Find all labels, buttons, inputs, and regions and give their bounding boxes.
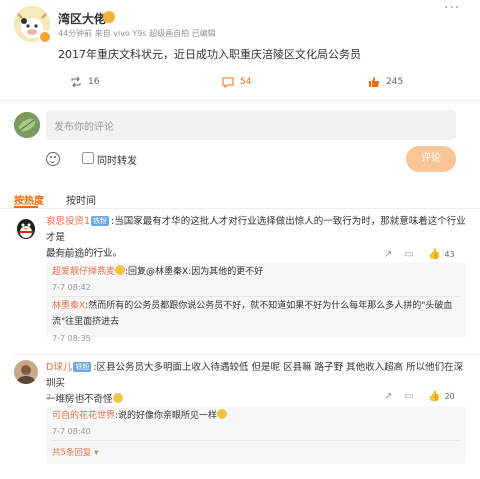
user-photo-icon bbox=[14, 360, 38, 384]
fan-badge: 铁粉 bbox=[91, 216, 110, 226]
reply-item: 林墨秦X:然而所有的公务员都跟你说公务员不好，就不知道如果不好为什么每年那么多人… bbox=[52, 298, 464, 330]
divider bbox=[52, 296, 460, 297]
reply-item: 超爱靓仔掸燕麦 :回复@林墨秦X:因为其他的更不好 bbox=[52, 264, 263, 280]
share-icon[interactable]: ↗ bbox=[384, 391, 392, 402]
author-name[interactable]: 湾区大佬 bbox=[58, 10, 106, 27]
emoji-icon bbox=[115, 265, 126, 275]
fan-badge: 铁粉 bbox=[73, 362, 92, 372]
comment-time: 7-7 08:22 bbox=[46, 251, 85, 260]
my-avatar bbox=[14, 112, 40, 138]
comment-text: :区县公务员大多明面上收入待遇较低 但是呢 区县嘛 路子野 其他收入超高 所以他… bbox=[46, 362, 464, 389]
comment-username[interactable]: 哀思投资1 bbox=[46, 216, 90, 227]
comment-button[interactable]: 54 bbox=[222, 76, 251, 88]
reply-text: :说的好像你亲眼所见一样 bbox=[115, 411, 218, 421]
divider bbox=[0, 100, 480, 101]
reply-time: 7-7 08:42 bbox=[52, 283, 91, 292]
post-text: 2017年重庆文科状元，近日成功入职重庆涪陵区文化局公务员 bbox=[58, 48, 361, 61]
reply-item: 可自的花花世界:说的好像你亲眼所见一样 bbox=[52, 408, 228, 424]
comment-avatar[interactable] bbox=[14, 360, 38, 384]
comment-count: 54 bbox=[240, 77, 252, 87]
reply-username[interactable]: 可自的花花世界 bbox=[52, 411, 115, 421]
reply-text: :回复@林墨秦X:因为其他的更不好 bbox=[125, 267, 264, 277]
share-icon[interactable]: ↗ bbox=[384, 249, 392, 260]
thumbs-up-icon bbox=[369, 77, 380, 87]
comment-icon bbox=[222, 77, 234, 88]
emoji-icon bbox=[112, 393, 123, 403]
thumbs-up-icon: 👍 bbox=[428, 249, 441, 260]
comment-like-button[interactable]: 👍 43 bbox=[428, 249, 455, 260]
comment-like-count: 43 bbox=[444, 250, 455, 259]
comment-username[interactable]: D球儿 bbox=[46, 362, 72, 373]
penguin-avatar-icon bbox=[14, 216, 38, 240]
repost-icon bbox=[71, 76, 81, 88]
divider bbox=[14, 354, 480, 355]
repost-button[interactable]: 16 bbox=[70, 76, 99, 88]
reply-text-continued: 流"往里面挤进去 bbox=[52, 317, 120, 327]
reply-icon[interactable]: ▭ bbox=[404, 249, 413, 260]
tab-sort-hot[interactable]: 按热度 bbox=[14, 192, 44, 207]
reply-username[interactable]: 超爱靓仔掸燕麦 bbox=[52, 267, 115, 277]
reply-icon[interactable]: ▭ bbox=[404, 391, 413, 402]
repost-checkbox[interactable] bbox=[82, 152, 94, 164]
like-count: 245 bbox=[386, 77, 404, 87]
comment-body: D球儿 铁粉:区县公务员大多明面上收入待遇较低 但是呢 区县嘛 路子野 其他收入超… bbox=[46, 360, 466, 408]
reply-text: :然而所有的公务员都跟你说公务员不好，就不知道如果不好为什么每年那么多人拼的"头… bbox=[85, 301, 453, 311]
like-button[interactable]: 245 bbox=[368, 76, 403, 88]
comment-body: 哀思投资1 铁粉:当国家最有才华的这批人才对行业选择做出惊人的一致行为时，那就意味… bbox=[46, 214, 466, 262]
comment-input[interactable]: 发布你的评论 bbox=[46, 110, 456, 140]
emoji-icon bbox=[217, 409, 228, 419]
comment-time: 7-7 08:13 bbox=[46, 393, 85, 402]
repost-count: 16 bbox=[88, 77, 100, 87]
tab-sort-time[interactable]: 按时间 bbox=[66, 192, 96, 207]
reply-username[interactable]: 林墨秦X bbox=[52, 301, 85, 311]
leaf-avatar-icon bbox=[14, 112, 40, 138]
comment-like-count: 20 bbox=[444, 392, 455, 401]
thumbs-up-icon: 👍 bbox=[428, 391, 441, 402]
more-replies-link[interactable]: 共5条回复 ▾ bbox=[52, 446, 98, 458]
verified-badge-icon bbox=[38, 30, 52, 44]
repost-checkbox-label: 同时转发 bbox=[97, 156, 137, 167]
submit-comment-button[interactable]: 评论 bbox=[406, 146, 456, 172]
post-meta: 44分钟前 来自 vivo Y9s 超级画自拍 已编辑 bbox=[58, 29, 216, 38]
reply-time: 7-7 08:35 bbox=[52, 334, 91, 343]
comment-like-button[interactable]: 👍 20 bbox=[428, 391, 455, 402]
divider bbox=[52, 440, 460, 441]
reply-time: 7-7 08:40 bbox=[52, 427, 91, 436]
divider bbox=[0, 208, 480, 209]
emoji-icon[interactable] bbox=[46, 152, 60, 166]
comment-avatar[interactable] bbox=[14, 216, 38, 240]
more-options-icon[interactable]: ··· bbox=[444, 0, 460, 16]
medal-icon bbox=[103, 11, 115, 23]
